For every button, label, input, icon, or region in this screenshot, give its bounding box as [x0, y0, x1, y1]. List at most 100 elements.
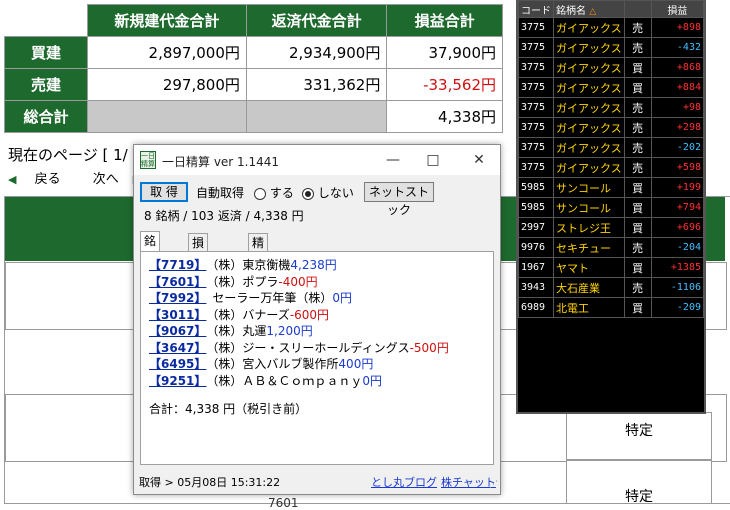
- fetch-button[interactable]: 取 得: [140, 182, 188, 202]
- stock-side: 売: [623, 137, 652, 158]
- stock-row[interactable]: 3943 大石産業売 -1106: [518, 277, 705, 298]
- stock-pl-value: 4,238円: [290, 258, 337, 272]
- stock-code-link[interactable]: 【9251】: [149, 374, 206, 388]
- stock-pl-value: -400円: [278, 274, 318, 289]
- stock-name: ガイアックス: [553, 17, 625, 38]
- stock-code: 3775: [518, 17, 554, 38]
- resize-grip-icon[interactable]: ⋰: [489, 475, 498, 495]
- summary-sell-new: 297,800円: [87, 68, 247, 101]
- col-side-header[interactable]: [623, 0, 652, 18]
- summary-table: 新規建代金合計 返済代金合計 損益合計 買建 2,897,000円 2,934,…: [4, 4, 503, 133]
- summary-buy-pl: 37,900円: [386, 36, 503, 69]
- page-indicator: 現在のページ [ 1/: [8, 146, 128, 164]
- stock-code: 1967: [518, 257, 554, 278]
- stock-side: 買: [623, 257, 652, 278]
- stock-row[interactable]: 3775 ガイアックス買 +868: [518, 57, 705, 78]
- tab-settlement-sheet[interactable]: 精算表: [248, 233, 269, 286]
- blog-link[interactable]: とし丸ブログ: [371, 473, 437, 493]
- close-button[interactable]: ✕: [464, 149, 494, 171]
- stock-row[interactable]: 3775 ガイアックス売 +98: [518, 97, 705, 118]
- stock-pl: +1385: [650, 257, 705, 278]
- summary-header-new: 新規建代金合計: [87, 4, 247, 37]
- stock-pl: +884: [650, 77, 705, 98]
- auto-fetch-off-label: しない: [317, 186, 354, 200]
- stock-result-item: 【7719】 （株）東京衡機4,238円: [149, 256, 337, 273]
- back-link-label: 戻る: [34, 172, 61, 187]
- triangle-left-icon: ◀: [8, 173, 17, 186]
- settlement-total: 合計：4,338 円（税引き前）: [149, 402, 308, 416]
- stock-pl: +868: [650, 57, 705, 78]
- stock-row[interactable]: 1967 ヤマト買 +1385: [518, 257, 705, 278]
- stock-pl: -1106: [650, 277, 705, 298]
- stock-name: ガイアックス: [553, 57, 625, 78]
- stock-name: サンコール: [553, 197, 625, 218]
- stock-code: 5985: [518, 177, 554, 198]
- stock-pl-value: -600円: [289, 307, 330, 322]
- tab-pl-trend[interactable]: 損益推移: [188, 233, 209, 304]
- stock-code-link[interactable]: 【7992】: [149, 291, 206, 305]
- stock-side: 売: [623, 277, 652, 298]
- stock-row[interactable]: 3775 ガイアックス売 -432: [518, 37, 705, 58]
- stock-pl-value: -500円: [409, 340, 449, 355]
- stock-name: ヤマト: [553, 257, 625, 278]
- summary-total-new: [87, 100, 247, 133]
- stock-row[interactable]: 3775 ガイアックス売 -202: [518, 137, 705, 158]
- col-pl-header[interactable]: 損益: [650, 0, 705, 18]
- stock-side: 買: [623, 177, 652, 198]
- toolbar: 取 得 自動取得 する しない ネットストック: [138, 181, 496, 217]
- stock-list-panel: コード 銘柄名 △ 損益 3775 ガイアックス売 +898 3775 ガイアックス売 -…: [516, 0, 706, 414]
- stock-company-name: （株）宮入バルブ製作所: [212, 357, 339, 371]
- stock-pl: +794: [650, 197, 705, 218]
- kabu-chat-link[interactable]: 株チャット: [441, 473, 496, 493]
- stock-code-link[interactable]: 【7601】: [149, 275, 206, 289]
- summary-row-sell-label: 売建: [4, 68, 88, 101]
- stock-row[interactable]: 3775 ガイアックス売 +898: [518, 17, 705, 38]
- col-code-header[interactable]: コード: [518, 0, 554, 18]
- stock-company-name: （株）東京衡機: [212, 258, 291, 272]
- stock-row[interactable]: 2997 ストレジ王買 +696: [518, 217, 705, 238]
- stock-code-link[interactable]: 【6495】: [149, 357, 206, 371]
- stock-row[interactable]: 6989 北電工買 -209: [518, 297, 705, 318]
- summary-total-pl: 4,338円: [386, 100, 503, 133]
- stock-result-item: 【7992】 セーラー万年筆（株）0円: [149, 289, 352, 306]
- stock-code: 3775: [518, 137, 554, 158]
- stock-name: ガイアックス: [553, 157, 625, 178]
- stock-pl: -209: [650, 297, 705, 318]
- auto-fetch-on-radio[interactable]: する: [254, 184, 294, 201]
- stock-side: 買: [623, 197, 652, 218]
- stock-code: 3775: [518, 117, 554, 138]
- daily-settlement-window: 一日精算 一日精算 ver 1.1441 — □ ✕ 取 得 自動取得 する し…: [133, 144, 501, 495]
- stock-pl-value: 1,200円: [266, 324, 313, 338]
- minimize-button[interactable]: —: [378, 149, 408, 171]
- title-bar[interactable]: 一日精算 一日精算 ver 1.1441 — □ ✕: [134, 145, 500, 175]
- next-link-label: 次へ: [92, 172, 119, 187]
- account-type-label: 特定: [625, 489, 653, 505]
- stock-row[interactable]: 5985 サンコール買 +794: [518, 197, 705, 218]
- maximize-button[interactable]: □: [418, 149, 448, 171]
- auto-fetch-on-label: する: [269, 186, 294, 200]
- stock-company-name: （株）ポプラ: [212, 274, 279, 289]
- stock-row[interactable]: 5985 サンコール買 +199: [518, 177, 705, 198]
- stock-code: 3775: [518, 97, 554, 118]
- stock-code-link[interactable]: 【3647】: [149, 341, 206, 355]
- stock-code-link[interactable]: 【9067】: [149, 324, 206, 338]
- summary-buy-new: 2,897,000円: [87, 36, 247, 69]
- stock-code: 6989: [518, 297, 554, 318]
- col-name-header[interactable]: 銘柄名 △: [553, 0, 625, 18]
- stock-row[interactable]: 3775 ガイアックス売 +298: [518, 117, 705, 138]
- stock-row[interactable]: 3775 ガイアックス売 +598: [518, 157, 705, 178]
- auto-fetch-off-radio[interactable]: しない: [302, 184, 354, 201]
- stock-code: 2997: [518, 217, 554, 238]
- stock-pl: +298: [650, 117, 705, 138]
- netstock-button[interactable]: ネットストック: [364, 182, 434, 217]
- stock-name: セキチュー: [553, 237, 625, 258]
- stock-result-item: 【9251】 （株）ＡＢ＆Ｃｏｍｐａｎｙ0円: [149, 372, 382, 389]
- stock-side: 売: [623, 117, 652, 138]
- back-link[interactable]: ◀ 戻る: [8, 172, 75, 187]
- tab-by-stock[interactable]: 銘柄別: [140, 231, 161, 284]
- stock-row[interactable]: 9976 セキチュー売 -204: [518, 237, 705, 258]
- stock-row[interactable]: 3775 ガイアックス買 +884: [518, 77, 705, 98]
- summary-row-total-label: 総合計: [4, 100, 88, 133]
- stock-code-link[interactable]: 【3011】: [149, 308, 206, 322]
- stock-code-link[interactable]: 【7719】: [149, 258, 206, 272]
